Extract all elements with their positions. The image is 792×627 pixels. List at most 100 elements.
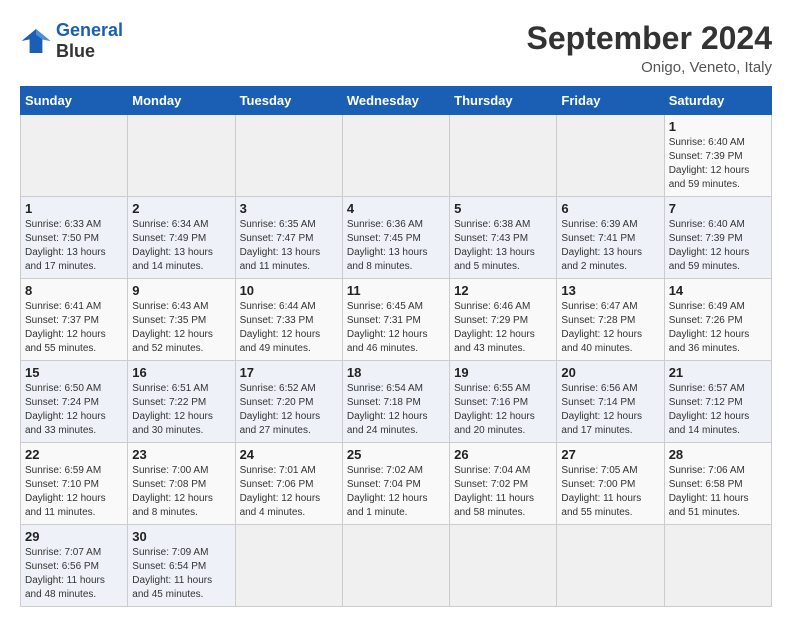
day-cell: 5 Sunrise: 6:38 AMSunset: 7:43 PMDayligh… xyxy=(450,197,557,279)
week-row-4: 22 Sunrise: 6:59 AMSunset: 7:10 PMDaylig… xyxy=(21,443,772,525)
day-cell: 4 Sunrise: 6:36 AMSunset: 7:45 PMDayligh… xyxy=(342,197,449,279)
day-number: 14 xyxy=(669,283,767,298)
day-number: 28 xyxy=(669,447,767,462)
day-number: 20 xyxy=(561,365,659,380)
day-cell xyxy=(557,115,664,197)
day-cell: 8 Sunrise: 6:41 AMSunset: 7:37 PMDayligh… xyxy=(21,279,128,361)
day-cell: 26 Sunrise: 7:04 AMSunset: 7:02 PMDaylig… xyxy=(450,443,557,525)
day-number: 1 xyxy=(25,201,123,216)
day-number: 1 xyxy=(669,119,767,134)
header-cell-friday: Friday xyxy=(557,87,664,115)
day-cell xyxy=(664,525,771,607)
day-cell: 19 Sunrise: 6:55 AMSunset: 7:16 PMDaylig… xyxy=(450,361,557,443)
day-detail: Sunrise: 6:40 AMSunset: 7:39 PMDaylight:… xyxy=(669,218,767,274)
day-cell: 13 Sunrise: 6:47 AMSunset: 7:28 PMDaylig… xyxy=(557,279,664,361)
header-cell-wednesday: Wednesday xyxy=(342,87,449,115)
day-cell xyxy=(342,115,449,197)
day-cell: 9 Sunrise: 6:43 AMSunset: 7:35 PMDayligh… xyxy=(128,279,235,361)
day-detail: Sunrise: 6:55 AMSunset: 7:16 PMDaylight:… xyxy=(454,382,552,438)
day-cell: 24 Sunrise: 7:01 AMSunset: 7:06 PMDaylig… xyxy=(235,443,342,525)
day-cell: 1 Sunrise: 6:33 AMSunset: 7:50 PMDayligh… xyxy=(21,197,128,279)
day-cell: 1 Sunrise: 6:40 AMSunset: 7:39 PMDayligh… xyxy=(664,115,771,197)
calendar-table: SundayMondayTuesdayWednesdayThursdayFrid… xyxy=(20,86,772,607)
day-cell: 10 Sunrise: 6:44 AMSunset: 7:33 PMDaylig… xyxy=(235,279,342,361)
day-cell: 11 Sunrise: 6:45 AMSunset: 7:31 PMDaylig… xyxy=(342,279,449,361)
title-area: September 2024 Onigo, Veneto, Italy xyxy=(527,20,772,76)
day-detail: Sunrise: 6:41 AMSunset: 7:37 PMDaylight:… xyxy=(25,300,123,356)
week-row-2: 8 Sunrise: 6:41 AMSunset: 7:37 PMDayligh… xyxy=(21,279,772,361)
day-detail: Sunrise: 6:36 AMSunset: 7:45 PMDaylight:… xyxy=(347,218,445,274)
day-number: 7 xyxy=(669,201,767,216)
day-detail: Sunrise: 6:33 AMSunset: 7:50 PMDaylight:… xyxy=(25,218,123,274)
day-detail: Sunrise: 7:09 AMSunset: 6:54 PMDaylight:… xyxy=(132,546,230,602)
day-number: 19 xyxy=(454,365,552,380)
header-cell-monday: Monday xyxy=(128,87,235,115)
day-detail: Sunrise: 6:50 AMSunset: 7:24 PMDaylight:… xyxy=(25,382,123,438)
day-cell: 2 Sunrise: 6:34 AMSunset: 7:49 PMDayligh… xyxy=(128,197,235,279)
day-cell: 6 Sunrise: 6:39 AMSunset: 7:41 PMDayligh… xyxy=(557,197,664,279)
day-number: 6 xyxy=(561,201,659,216)
day-number: 3 xyxy=(240,201,338,216)
day-detail: Sunrise: 6:52 AMSunset: 7:20 PMDaylight:… xyxy=(240,382,338,438)
day-detail: Sunrise: 7:00 AMSunset: 7:08 PMDaylight:… xyxy=(132,464,230,520)
day-cell: 29 Sunrise: 7:07 AMSunset: 6:56 PMDaylig… xyxy=(21,525,128,607)
day-number: 11 xyxy=(347,283,445,298)
day-detail: Sunrise: 6:51 AMSunset: 7:22 PMDaylight:… xyxy=(132,382,230,438)
day-number: 26 xyxy=(454,447,552,462)
day-cell xyxy=(450,525,557,607)
logo-icon xyxy=(20,25,52,57)
week-row-1: 1 Sunrise: 6:33 AMSunset: 7:50 PMDayligh… xyxy=(21,197,772,279)
day-number: 13 xyxy=(561,283,659,298)
day-cell xyxy=(235,115,342,197)
calendar-body: 1 Sunrise: 6:40 AMSunset: 7:39 PMDayligh… xyxy=(21,115,772,607)
day-detail: Sunrise: 6:35 AMSunset: 7:47 PMDaylight:… xyxy=(240,218,338,274)
header-cell-thursday: Thursday xyxy=(450,87,557,115)
day-cell: 21 Sunrise: 6:57 AMSunset: 7:12 PMDaylig… xyxy=(664,361,771,443)
day-detail: Sunrise: 6:39 AMSunset: 7:41 PMDaylight:… xyxy=(561,218,659,274)
day-cell: 16 Sunrise: 6:51 AMSunset: 7:22 PMDaylig… xyxy=(128,361,235,443)
day-cell: 18 Sunrise: 6:54 AMSunset: 7:18 PMDaylig… xyxy=(342,361,449,443)
calendar-header: SundayMondayTuesdayWednesdayThursdayFrid… xyxy=(21,87,772,115)
day-cell: 14 Sunrise: 6:49 AMSunset: 7:26 PMDaylig… xyxy=(664,279,771,361)
day-detail: Sunrise: 7:04 AMSunset: 7:02 PMDaylight:… xyxy=(454,464,552,520)
day-number: 30 xyxy=(132,529,230,544)
day-cell: 15 Sunrise: 6:50 AMSunset: 7:24 PMDaylig… xyxy=(21,361,128,443)
day-detail: Sunrise: 6:40 AMSunset: 7:39 PMDaylight:… xyxy=(669,136,767,192)
day-cell: 3 Sunrise: 6:35 AMSunset: 7:47 PMDayligh… xyxy=(235,197,342,279)
header-row: SundayMondayTuesdayWednesdayThursdayFrid… xyxy=(21,87,772,115)
day-detail: Sunrise: 6:44 AMSunset: 7:33 PMDaylight:… xyxy=(240,300,338,356)
day-number: 29 xyxy=(25,529,123,544)
header: General Blue September 2024 Onigo, Venet… xyxy=(20,20,772,76)
day-detail: Sunrise: 6:34 AMSunset: 7:49 PMDaylight:… xyxy=(132,218,230,274)
day-number: 9 xyxy=(132,283,230,298)
month-title: September 2024 xyxy=(527,20,772,57)
day-detail: Sunrise: 6:46 AMSunset: 7:29 PMDaylight:… xyxy=(454,300,552,356)
logo-text: General Blue xyxy=(56,20,123,62)
day-detail: Sunrise: 6:56 AMSunset: 7:14 PMDaylight:… xyxy=(561,382,659,438)
day-number: 12 xyxy=(454,283,552,298)
day-number: 16 xyxy=(132,365,230,380)
day-cell: 17 Sunrise: 6:52 AMSunset: 7:20 PMDaylig… xyxy=(235,361,342,443)
day-cell: 27 Sunrise: 7:05 AMSunset: 7:00 PMDaylig… xyxy=(557,443,664,525)
day-number: 25 xyxy=(347,447,445,462)
week-row-5: 29 Sunrise: 7:07 AMSunset: 6:56 PMDaylig… xyxy=(21,525,772,607)
day-detail: Sunrise: 6:47 AMSunset: 7:28 PMDaylight:… xyxy=(561,300,659,356)
day-number: 21 xyxy=(669,365,767,380)
day-number: 15 xyxy=(25,365,123,380)
week-row-3: 15 Sunrise: 6:50 AMSunset: 7:24 PMDaylig… xyxy=(21,361,772,443)
day-cell: 25 Sunrise: 7:02 AMSunset: 7:04 PMDaylig… xyxy=(342,443,449,525)
day-cell xyxy=(21,115,128,197)
day-cell: 20 Sunrise: 6:56 AMSunset: 7:14 PMDaylig… xyxy=(557,361,664,443)
location: Onigo, Veneto, Italy xyxy=(527,59,772,76)
day-cell xyxy=(128,115,235,197)
day-number: 22 xyxy=(25,447,123,462)
day-number: 18 xyxy=(347,365,445,380)
day-number: 5 xyxy=(454,201,552,216)
day-number: 27 xyxy=(561,447,659,462)
header-cell-tuesday: Tuesday xyxy=(235,87,342,115)
day-number: 23 xyxy=(132,447,230,462)
day-cell: 30 Sunrise: 7:09 AMSunset: 6:54 PMDaylig… xyxy=(128,525,235,607)
day-cell xyxy=(557,525,664,607)
day-number: 17 xyxy=(240,365,338,380)
day-detail: Sunrise: 6:59 AMSunset: 7:10 PMDaylight:… xyxy=(25,464,123,520)
